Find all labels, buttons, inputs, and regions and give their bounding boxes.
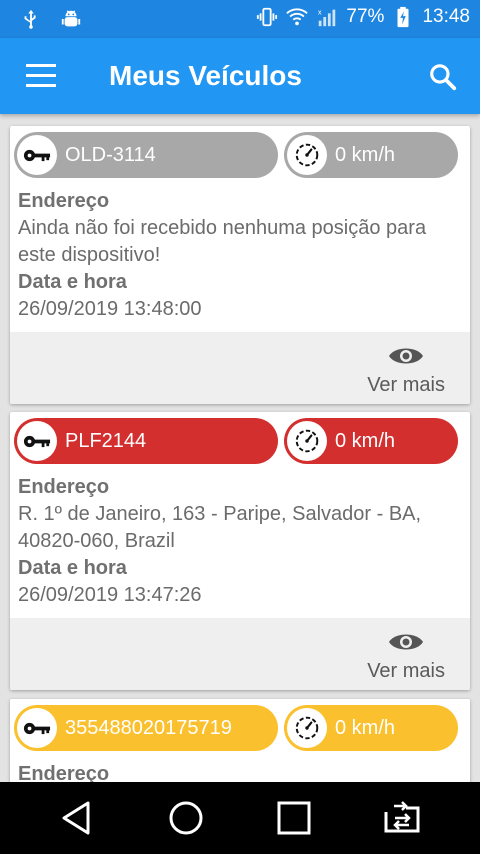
speed-pill: 0 km/h <box>284 418 458 464</box>
speed-label: 0 km/h <box>335 716 396 739</box>
vehicle-card[interactable]: PLF2144 0 km/h Endereço R. 1º de Janeiro… <box>10 412 470 690</box>
speed-label: 0 km/h <box>335 143 396 166</box>
battery-charging-icon <box>397 6 409 28</box>
plate-pill[interactable]: PLF2144 <box>14 418 278 464</box>
ver-mais-label: Ver mais <box>367 660 445 682</box>
eye-icon <box>389 634 423 650</box>
speed-pill: 0 km/h <box>284 705 458 751</box>
plate-label: 355488020175719 <box>65 716 232 739</box>
plate-pill[interactable]: OLD-3114 <box>14 132 278 178</box>
speedometer-icon <box>295 429 319 453</box>
datetime-value: 26/09/2019 13:48:00 <box>18 298 202 320</box>
home-circle-icon <box>169 801 203 835</box>
key-icon <box>23 722 51 734</box>
plate-label: OLD-3114 <box>65 143 156 166</box>
recents-square-icon <box>277 801 311 835</box>
switch-app-icon <box>384 801 420 833</box>
address-value: Ainda não foi recebido nenhuma posição p… <box>18 217 427 266</box>
recents-button[interactable] <box>274 800 314 836</box>
key-icon <box>23 149 51 161</box>
address-value: R. 1º de Janeiro, 163 - Paripe, Salvador… <box>18 503 422 552</box>
ver-mais-button[interactable]: Ver mais <box>10 332 470 404</box>
switch-app-button[interactable] <box>382 800 422 836</box>
navigation-bar <box>0 782 480 854</box>
battery-percent: 77% <box>346 6 385 27</box>
back-button[interactable] <box>58 800 98 836</box>
status-bar: x 77% 13:48 <box>0 0 480 38</box>
datetime-label: Data e hora <box>18 557 127 579</box>
plate-label: PLF2144 <box>65 429 147 452</box>
datetime-value: 26/09/2019 13:47:26 <box>18 584 202 606</box>
search-button[interactable] <box>428 62 458 92</box>
vehicle-card[interactable]: OLD-3114 0 km/h Endereço Ainda não foi r… <box>10 126 470 404</box>
speedometer-icon <box>295 716 319 740</box>
ver-mais-button[interactable]: Ver mais <box>10 618 470 690</box>
speed-pill: 0 km/h <box>284 132 458 178</box>
vehicle-card[interactable]: 355488020175719 0 km/h Endereço <box>10 699 470 782</box>
speedometer-icon <box>295 143 319 167</box>
key-icon <box>23 435 51 447</box>
home-button[interactable] <box>166 800 206 836</box>
wifi-icon <box>286 8 309 26</box>
plate-pill[interactable]: 355488020175719 <box>14 705 278 751</box>
ver-mais-label: Ver mais <box>367 374 445 396</box>
page-title: Meus Veículos <box>109 60 302 91</box>
eye-icon <box>389 348 423 364</box>
vibrate-icon <box>257 7 278 27</box>
vehicle-list[interactable]: OLD-3114 0 km/h Endereço Ainda não foi r… <box>0 114 480 782</box>
clock: 13:48 <box>422 6 470 27</box>
address-label: Endereço <box>18 476 110 498</box>
svg-text:x: x <box>318 7 322 16</box>
back-triangle-icon <box>62 801 90 835</box>
android-debug-icon <box>61 10 81 27</box>
hamburger-icon <box>26 64 56 67</box>
menu-button[interactable] <box>26 64 56 88</box>
usb-icon <box>24 9 36 29</box>
address-label: Endereço <box>18 763 110 782</box>
speed-label: 0 km/h <box>335 429 396 452</box>
address-label: Endereço <box>18 190 110 212</box>
signal-icon: x <box>318 7 336 27</box>
search-icon <box>430 64 457 91</box>
app-bar: Meus Veículos <box>0 38 480 114</box>
datetime-label: Data e hora <box>18 271 127 293</box>
